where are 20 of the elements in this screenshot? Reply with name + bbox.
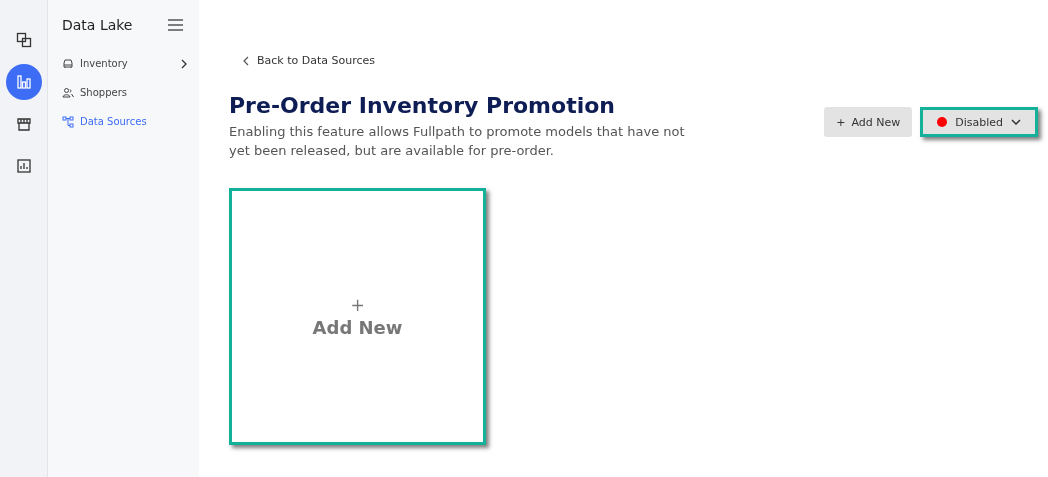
add-new-card[interactable]: + Add New <box>229 188 486 445</box>
people-icon <box>62 86 74 99</box>
report-icon <box>15 158 32 174</box>
car-icon <box>62 57 74 70</box>
menu-icon[interactable] <box>168 19 183 31</box>
back-link[interactable]: Back to Data Sources <box>243 54 1048 67</box>
tree-icon <box>62 115 74 128</box>
bar-chart-icon <box>15 74 32 90</box>
page-description: Enabling this feature allows Fullpath to promote models that have not yet been released, but are available for pre-order. <box>229 123 686 160</box>
chevron-left-icon <box>243 55 249 66</box>
add-new-button[interactable]: + Add New <box>824 107 913 137</box>
nav-item[interactable]: Shoppers <box>62 78 199 107</box>
layers-icon <box>15 32 32 48</box>
nav-item[interactable]: Inventory <box>62 49 199 78</box>
sidebar-title: Data Lake <box>62 17 133 33</box>
page-title: Pre-Order Inventory Promotion <box>229 93 616 118</box>
store-icon <box>15 116 32 132</box>
status-dropdown[interactable]: Disabled <box>920 107 1038 137</box>
chevron-down-icon <box>1011 119 1021 125</box>
nav-item[interactable]: Data Sources <box>62 107 199 136</box>
